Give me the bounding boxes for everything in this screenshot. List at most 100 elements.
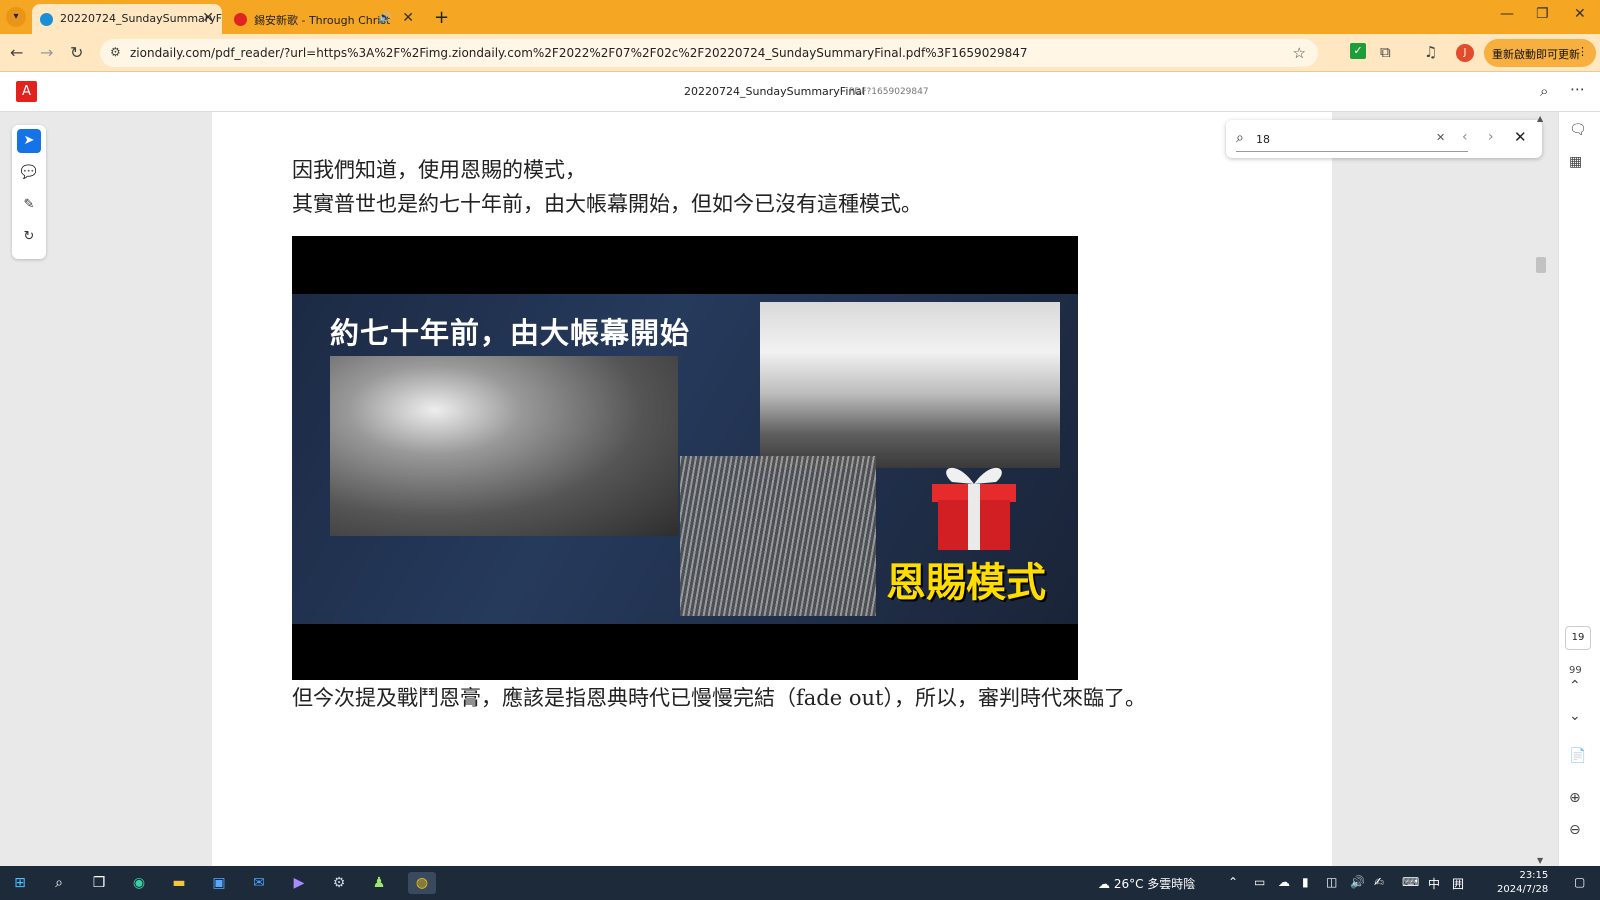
android-icon[interactable]: ♟	[368, 872, 390, 894]
close-tab-icon[interactable]: ✕	[202, 10, 214, 26]
tab-search-button[interactable]: ▾	[6, 7, 26, 27]
taskbar-search-icon[interactable]: ⌕	[48, 872, 70, 894]
document-title: 20220724_SundaySummaryFinal	[684, 85, 866, 98]
tent-parking-photo	[760, 302, 1060, 468]
forward-icon[interactable]: →	[40, 43, 53, 62]
update-label: 重新啟動即可更新	[1492, 48, 1580, 61]
show-hidden-icons-icon[interactable]: ⌃	[1228, 875, 1238, 889]
page-number-input[interactable]: 19	[1565, 626, 1591, 650]
scroll-thumb[interactable]	[1536, 257, 1546, 273]
clock-date: 2024/7/28	[1497, 884, 1549, 895]
battery-icon[interactable]: ▮	[1302, 875, 1309, 889]
slide-image: 約七十年前，由大帳幕開始 恩賜模式	[292, 236, 1078, 680]
extensions-puzzle-icon[interactable]: ⧉	[1380, 43, 1391, 61]
scroll-down-arrow-icon[interactable]: ▼	[1537, 856, 1543, 865]
more-options-icon[interactable]: ⋯	[1570, 80, 1585, 98]
network-icon[interactable]: ◫	[1326, 875, 1337, 889]
new-tab-button[interactable]: +	[434, 7, 449, 28]
lasso-tool-icon[interactable]: ↻	[17, 225, 41, 249]
previous-match-icon[interactable]: ‹	[1462, 129, 1468, 145]
gift-icon	[932, 467, 1016, 550]
search-icon[interactable]: ⌕	[1540, 82, 1548, 100]
scroll-up-arrow-icon[interactable]: ▲	[1537, 114, 1543, 123]
extension-check-icon[interactable]: ✓	[1350, 43, 1366, 59]
ime-mode[interactable]: 中	[1428, 875, 1440, 892]
slide-badge-text: 恩賜模式	[886, 560, 1046, 606]
onedrive-icon[interactable]: ☁	[1278, 875, 1290, 889]
clock-time: 23:15	[1519, 870, 1549, 881]
restore-icon[interactable]: ❐	[1536, 6, 1549, 22]
tools-rail: ➤ 💬 ✎ ↻	[12, 125, 46, 259]
pen-icon[interactable]: ✍	[1374, 875, 1384, 889]
keyboard-icon[interactable]: ⌨	[1402, 875, 1419, 889]
ime-options-icon[interactable]: 囲	[1452, 875, 1464, 892]
chrome-menu-icon[interactable]: ⋮	[1577, 45, 1588, 58]
mail-icon[interactable]: ✉	[248, 872, 270, 894]
url-text[interactable]: ziondaily.com/pdf_reader/?url=https%3A%2…	[130, 46, 1028, 60]
edge-browser-icon[interactable]: ◉	[128, 872, 150, 894]
close-tab-icon[interactable]: ✕	[402, 10, 414, 26]
comment-tool-icon[interactable]: 💬	[17, 161, 41, 185]
video-editor-icon[interactable]: ▶	[288, 872, 310, 894]
acrobat-logo-icon: A	[16, 81, 37, 102]
thumbnails-icon[interactable]: ▦	[1569, 154, 1582, 170]
slide-content: 約七十年前，由大帳幕開始 恩賜模式	[292, 294, 1078, 624]
paragraph-line: 因我們知道，使用恩賜的模式，	[292, 158, 586, 182]
right-rail: 🗨 ▦ 19 99 ⌃ ⌄ 📄 ⊕ ⊖	[1558, 112, 1600, 870]
clock[interactable]: 23:15 2024/7/28	[1497, 869, 1548, 897]
close-window-icon[interactable]: ✕	[1574, 6, 1586, 22]
next-page-icon[interactable]: ⌄	[1569, 708, 1581, 724]
minimize-icon[interactable]: —	[1500, 6, 1514, 22]
highlight-pen-icon[interactable]: ✎	[17, 193, 41, 217]
tab-pdf-label: 20220724_SundaySummaryF	[60, 12, 222, 25]
paragraph-line: 其實普世也是約七十年前，由大帳幕開始，但如今已沒有這種模式。	[292, 192, 922, 216]
total-pages: 99	[1569, 665, 1582, 676]
zoom-out-icon[interactable]: ⊖	[1569, 822, 1581, 838]
close-find-icon[interactable]: ✕	[1514, 128, 1527, 146]
pdf-page: 因我們知道，使用恩賜的模式， 其實普世也是約七十年前，由大帳幕開始，但如今已沒有…	[212, 112, 1332, 870]
zion-song-favicon-icon	[234, 13, 247, 26]
back-icon[interactable]: ←	[10, 43, 23, 62]
file-explorer-icon[interactable]: ▬	[168, 872, 190, 894]
vertical-scrollbar[interactable]: ▲ ▼	[1528, 112, 1558, 870]
profile-avatar[interactable]: J	[1456, 44, 1474, 62]
clear-search-icon[interactable]: ✕	[1436, 131, 1445, 144]
tent-interior-photo	[680, 456, 876, 616]
weather-text: 26°C 多雲時陰	[1113, 877, 1196, 891]
tab-music[interactable]: 錫安新歌 - Through Christ 🔊 ✕	[226, 4, 422, 34]
tab-pdf[interactable]: 20220724_SundaySummaryF ✕	[32, 4, 222, 34]
worship-crowd-photo	[330, 356, 678, 536]
browser-toolbar: ← → ↻ ⚙ ziondaily.com/pdf_reader/?url=ht…	[0, 34, 1600, 72]
next-match-icon[interactable]: ›	[1488, 129, 1494, 145]
media-control-icon[interactable]: ♫	[1424, 43, 1437, 61]
bookmark-star-icon[interactable]: ☆	[1293, 44, 1306, 62]
pdf-viewer-header: A 20220724_SundaySummaryFinal PDF?165902…	[0, 72, 1600, 112]
volume-icon[interactable]: 🔊	[1350, 875, 1365, 889]
select-tool-icon[interactable]: ➤	[17, 129, 41, 153]
task-view-icon[interactable]: ❒	[88, 872, 110, 894]
page-properties-icon[interactable]: 📄	[1569, 748, 1586, 764]
chrome-taskbar-icon[interactable]: ◍	[408, 872, 436, 894]
find-input[interactable]	[1256, 128, 1446, 150]
address-bar[interactable]: ⚙ ziondaily.com/pdf_reader/?url=https%3A…	[100, 39, 1318, 67]
previous-page-icon[interactable]: ⌃	[1569, 678, 1581, 694]
document-subtitle: PDF?1659029847	[849, 87, 929, 97]
weather-widget[interactable]: ☁ 26°C 多雲時陰	[1098, 875, 1195, 892]
find-bar: ⌕ ✕ ‹ › ✕	[1226, 120, 1542, 158]
start-windows-icon[interactable]: ⊞	[9, 872, 31, 894]
meet-icon[interactable]: ▭	[1254, 875, 1265, 889]
speaker-icon[interactable]: 🔊	[378, 11, 392, 24]
tab-music-label: 錫安新歌 - Through Christ	[254, 14, 391, 27]
paragraph-line: 但今次提及戰鬥恩膏，應該是指恩典時代已慢慢完結（fade out），所以，審判時…	[292, 686, 1146, 710]
steam-icon[interactable]: ⚙	[328, 872, 350, 894]
update-chrome-button[interactable]: 重新啟動即可更新 ⋮	[1484, 39, 1596, 67]
search-icon: ⌕	[1236, 130, 1244, 146]
notifications-icon[interactable]: ▢	[1574, 875, 1585, 889]
microsoft-store-icon[interactable]: ▣	[208, 872, 230, 894]
zoom-in-icon[interactable]: ⊕	[1569, 790, 1581, 806]
reload-icon[interactable]: ↻	[70, 43, 83, 62]
tab-bar: ▾ 20220724_SundaySummaryF ✕ 錫安新歌 - Throu…	[0, 0, 1600, 34]
site-info-icon[interactable]: ⚙	[110, 45, 121, 59]
windows-taskbar: ⊞ ⌕ ❒ ◉ ▬ ▣ ✉ ▶ ⚙ ♟ ◍ ☁ 26°C 多雲時陰 ⌃ ▭ ☁ …	[0, 866, 1600, 900]
comments-panel-icon[interactable]: 🗨	[1569, 122, 1587, 138]
